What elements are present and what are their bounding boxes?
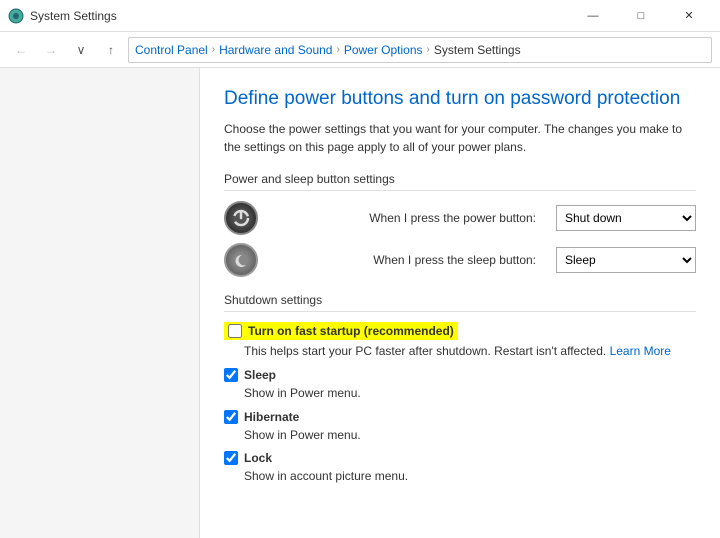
layout: Define power buttons and turn on passwor…: [0, 68, 720, 538]
shutdown-description-2: Show in Power menu.: [244, 427, 696, 444]
power-icon: [224, 201, 258, 235]
shutdown-checkbox-2[interactable]: [224, 410, 238, 424]
maximize-button[interactable]: □: [618, 0, 664, 32]
shutdown-checkbox-0[interactable]: [228, 324, 242, 338]
shutdown-description-1: Show in Power menu.: [244, 385, 696, 402]
learn-more-link[interactable]: Learn More: [610, 344, 671, 358]
breadcrumb-sep-2: ›: [336, 44, 339, 55]
shutdown-checkbox-row-1: Sleep: [224, 368, 696, 382]
shutdown-description-3: Show in account picture menu.: [244, 468, 696, 485]
sleep-button-label: When I press the sleep button:: [270, 253, 544, 267]
close-button[interactable]: ✕: [666, 0, 712, 32]
shutdown-checkbox-row-0: Turn on fast startup (recommended): [224, 322, 458, 340]
power-button-label: When I press the power button:: [270, 211, 544, 225]
up-button[interactable]: ↑: [98, 37, 124, 63]
shutdown-label-0: Turn on fast startup (recommended): [248, 324, 454, 338]
button-settings: When I press the power button: Do nothin…: [224, 201, 696, 277]
sleep-button-dropdown[interactable]: Do nothingSleepHibernateShut down: [556, 247, 696, 273]
title-bar-title: System Settings: [30, 9, 117, 23]
shutdown-section-label: Shutdown settings: [224, 293, 696, 312]
shutdown-description-0: This helps start your PC faster after sh…: [244, 343, 696, 360]
breadcrumb-control-panel[interactable]: Control Panel: [135, 43, 208, 57]
shutdown-checkbox-row-2: Hibernate: [224, 410, 696, 424]
breadcrumb-sep-3: ›: [427, 44, 430, 55]
shutdown-label-2: Hibernate: [244, 410, 299, 424]
main-content: Define power buttons and turn on passwor…: [200, 68, 720, 538]
back-button[interactable]: ←: [8, 37, 34, 63]
dropdown-button[interactable]: ∨: [68, 37, 94, 63]
page-description: Choose the power settings that you want …: [224, 120, 696, 156]
breadcrumb: Control Panel › Hardware and Sound › Pow…: [128, 37, 712, 63]
title-bar-icon: [8, 8, 24, 24]
power-section-label: Power and sleep button settings: [224, 172, 696, 191]
breadcrumb-hardware-sound[interactable]: Hardware and Sound: [219, 43, 332, 57]
sidebar: [0, 68, 200, 538]
shutdown-label-3: Lock: [244, 451, 272, 465]
shutdown-checkbox-row-3: Lock: [224, 451, 696, 465]
shutdown-checkbox-1[interactable]: [224, 368, 238, 382]
breadcrumb-current: System Settings: [434, 43, 521, 57]
sleep-button-row: When I press the sleep button: Do nothin…: [224, 243, 696, 277]
power-button-dropdown[interactable]: Do nothingSleepHibernateShut downTurn of…: [556, 205, 696, 231]
breadcrumb-power-options[interactable]: Power Options: [344, 43, 423, 57]
shutdown-item: Sleep Show in Power menu.: [224, 368, 696, 402]
forward-button[interactable]: →: [38, 37, 64, 63]
title-bar: System Settings — □ ✕: [0, 0, 720, 32]
nav-bar: ← → ∨ ↑ Control Panel › Hardware and Sou…: [0, 32, 720, 68]
minimize-button[interactable]: —: [570, 0, 616, 32]
shutdown-item: Turn on fast startup (recommended) This h…: [224, 322, 696, 360]
title-bar-controls: — □ ✕: [570, 0, 712, 32]
shutdown-checkbox-3[interactable]: [224, 451, 238, 465]
shutdown-label-1: Sleep: [244, 368, 276, 382]
shutdown-item: Hibernate Show in Power menu.: [224, 410, 696, 444]
page-title: Define power buttons and turn on passwor…: [224, 88, 696, 110]
power-button-row: When I press the power button: Do nothin…: [224, 201, 696, 235]
sleep-icon: [224, 243, 258, 277]
shutdown-item: Lock Show in account picture menu.: [224, 451, 696, 485]
shutdown-settings: Turn on fast startup (recommended) This h…: [224, 322, 696, 485]
breadcrumb-sep-1: ›: [212, 44, 215, 55]
